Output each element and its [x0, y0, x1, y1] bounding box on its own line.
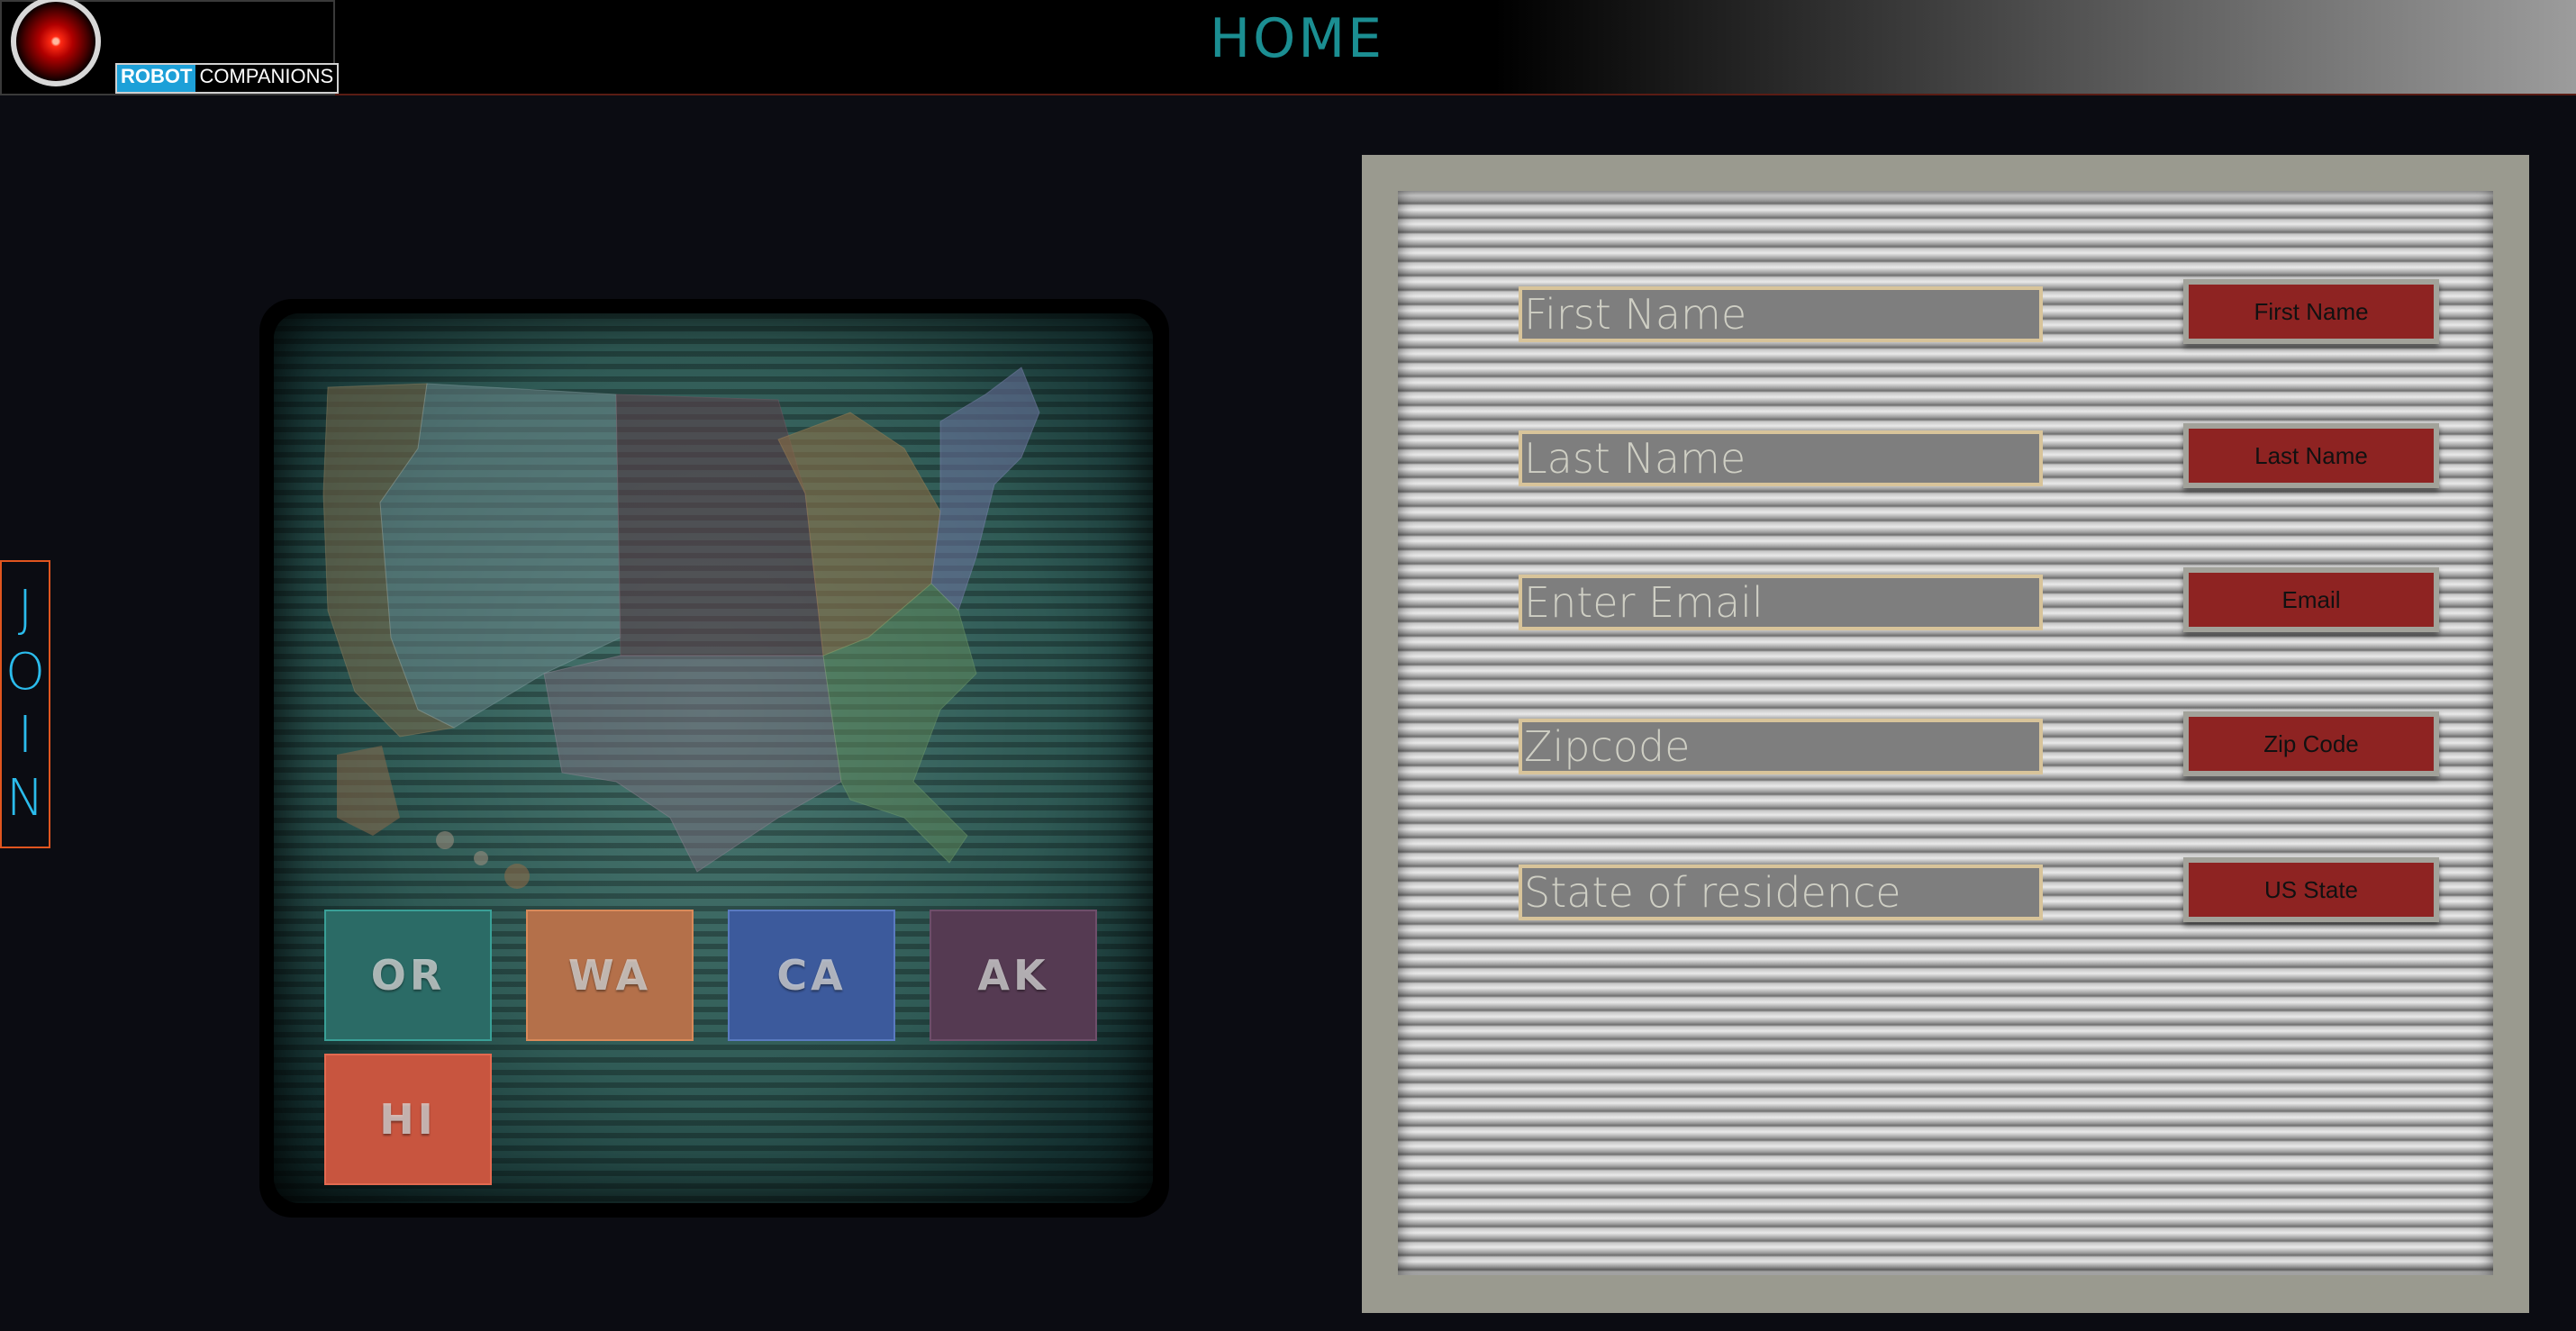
state-button-or[interactable]: OR [324, 910, 492, 1041]
join-letter: J [17, 580, 33, 638]
map-screen: OR WA CA AK HI [274, 313, 1153, 1203]
last-name-input[interactable] [1519, 430, 2043, 486]
zipcode-input[interactable] [1519, 719, 2043, 774]
join-letter: I [17, 706, 33, 765]
join-tab[interactable]: J O I N [0, 560, 50, 848]
map-region-hawaii [436, 831, 454, 849]
state-button-wa[interactable]: WA [526, 910, 694, 1041]
email-button[interactable]: Email [2183, 567, 2439, 632]
map-region-plains [615, 394, 824, 656]
state-button-ca[interactable]: CA [728, 910, 895, 1041]
state-button[interactable]: US State [2183, 857, 2439, 922]
state-button-ak[interactable]: AK [930, 910, 1097, 1041]
map-region-northeast [930, 367, 1040, 611]
join-letter: O [5, 643, 46, 702]
state-button-hi[interactable]: HI [324, 1054, 492, 1185]
map-region-alaska [337, 746, 400, 836]
map-region-hawaii [474, 851, 488, 865]
first-name-input[interactable] [1519, 286, 2043, 342]
map-region-south-central [543, 655, 842, 873]
email-input[interactable] [1519, 575, 2043, 630]
zipcode-button[interactable]: Zip Code [2183, 711, 2439, 776]
last-name-button[interactable]: Last Name [2183, 423, 2439, 488]
page-title: HOME [1209, 7, 1385, 70]
first-name-button[interactable]: First Name [2183, 279, 2439, 344]
map-region-hawaii [504, 864, 530, 889]
state-input[interactable] [1519, 865, 2043, 920]
join-letter: N [6, 769, 44, 828]
top-header: ROBOT COMPANIONS HOME [0, 0, 2576, 95]
